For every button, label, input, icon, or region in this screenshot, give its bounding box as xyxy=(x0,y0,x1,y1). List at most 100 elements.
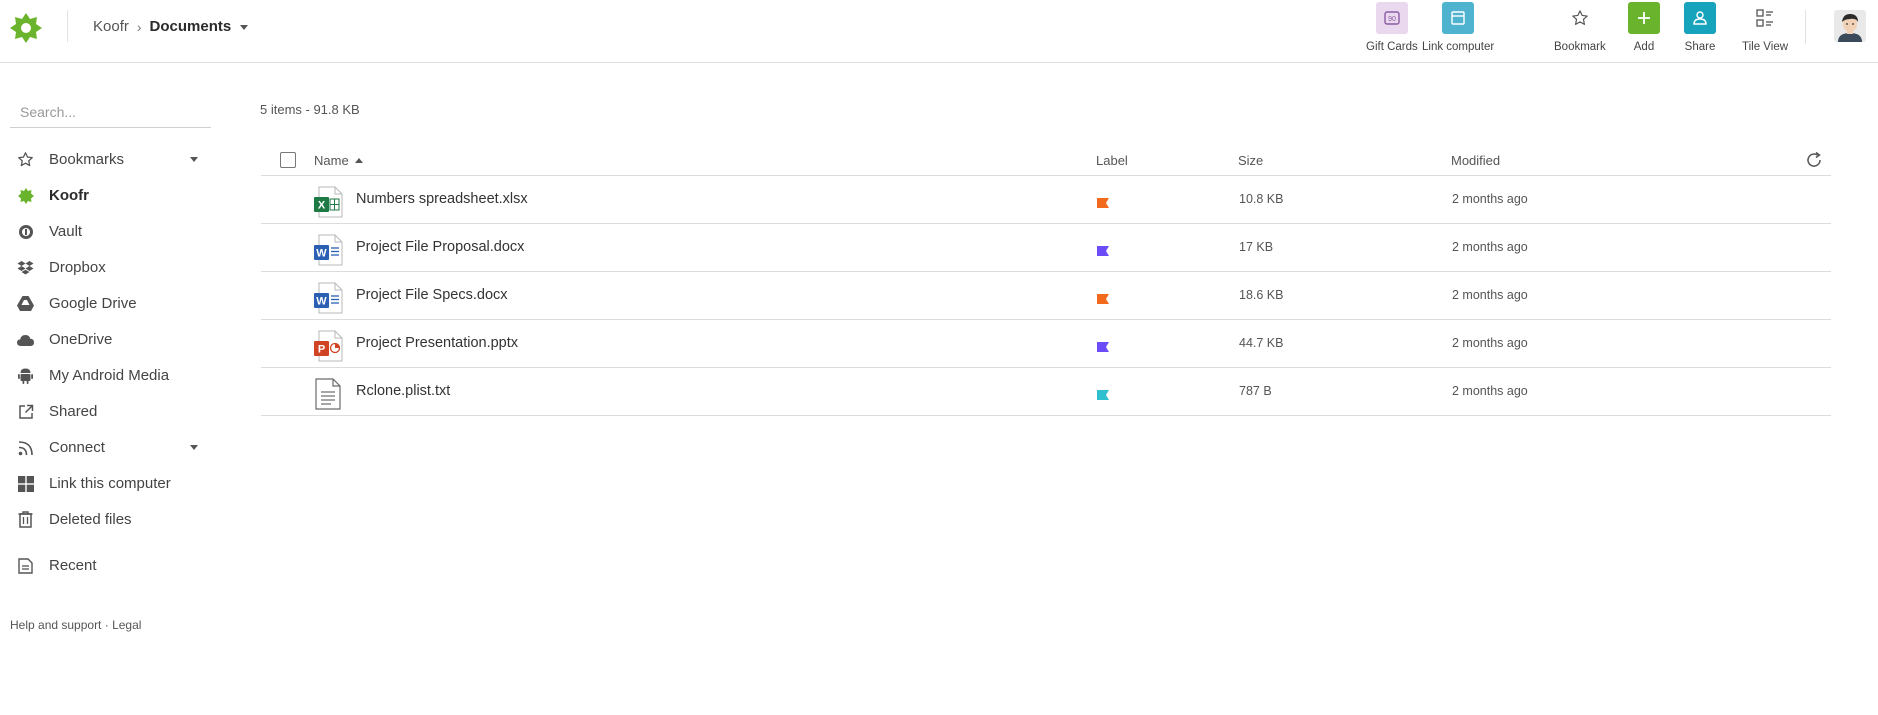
excel-file-icon: X xyxy=(313,186,343,218)
share-label: Share xyxy=(1684,41,1716,53)
cloud-icon xyxy=(17,331,34,348)
file-name[interactable]: Project Presentation.pptx xyxy=(356,335,518,351)
plus-icon xyxy=(1628,2,1660,34)
rss-icon xyxy=(17,439,34,456)
table-row[interactable]: P Project Presentation.pptx 44.7 KB 2 mo… xyxy=(261,320,1831,368)
link-computer-button[interactable]: Link computer xyxy=(1422,2,1494,53)
sidebar-item-label: Google Drive xyxy=(49,294,137,312)
share-user-icon xyxy=(1684,2,1716,34)
sidebar-item-label: Recent xyxy=(49,556,97,574)
koofr-logo[interactable] xyxy=(10,13,42,43)
help-support-link[interactable]: Help and support xyxy=(10,618,101,632)
powerpoint-file-icon: P xyxy=(313,330,343,362)
top-header: Koofr › Documents 90 Gift Cards Link com… xyxy=(0,0,1878,63)
legal-link[interactable]: Legal xyxy=(112,618,141,632)
table-row[interactable]: Rclone.plist.txt 787 B 2 months ago xyxy=(261,368,1831,416)
laptop-icon xyxy=(1442,2,1475,34)
bookmark-button[interactable]: Bookmark xyxy=(1554,2,1606,53)
table-row[interactable]: X Numbers spreadsheet.xlsx 10.8 KB 2 mon… xyxy=(261,176,1831,224)
sidebar-item-label: Deleted files xyxy=(49,510,132,528)
file-name[interactable]: Project File Specs.docx xyxy=(356,287,508,303)
svg-text:X: X xyxy=(318,200,326,212)
breadcrumb-root[interactable]: Koofr xyxy=(93,18,129,35)
file-size: 787 B xyxy=(1239,384,1272,398)
header-divider xyxy=(1805,10,1806,44)
svg-text:W: W xyxy=(316,296,327,308)
column-size-header[interactable]: Size xyxy=(1238,153,1263,168)
column-name-label: Name xyxy=(314,153,349,168)
sidebar-item-label: Connect xyxy=(49,438,105,456)
breadcrumb: Koofr › Documents xyxy=(93,18,249,35)
refresh-icon[interactable] xyxy=(1805,151,1823,169)
sidebar-item-label: Dropbox xyxy=(49,258,106,276)
text-file-icon xyxy=(313,378,343,410)
file-name[interactable]: Numbers spreadsheet.xlsx xyxy=(356,191,528,207)
sidebar-item-bookmarks[interactable]: Bookmarks xyxy=(0,144,210,174)
chevron-down-icon[interactable] xyxy=(190,157,198,162)
label-flag-icon[interactable] xyxy=(1097,387,1109,400)
sidebar-item-connect[interactable]: Connect xyxy=(0,432,210,462)
column-modified-header[interactable]: Modified xyxy=(1451,153,1500,168)
file-modified: 2 months ago xyxy=(1452,384,1528,398)
label-flag-icon[interactable] xyxy=(1097,339,1109,352)
sidebar-item-onedrive[interactable]: OneDrive xyxy=(0,324,210,354)
recent-files-icon xyxy=(17,557,34,574)
android-icon xyxy=(17,367,34,384)
sidebar-item-koofr[interactable]: Koofr xyxy=(0,180,210,210)
add-button[interactable]: Add xyxy=(1628,2,1660,53)
table-row[interactable]: W Project File Proposal.docx 17 KB 2 mon… xyxy=(261,224,1831,272)
word-file-icon: W xyxy=(313,282,343,314)
file-modified: 2 months ago xyxy=(1452,192,1528,206)
star-outline-icon xyxy=(17,151,34,168)
sidebar-item-dropbox[interactable]: Dropbox xyxy=(0,252,210,282)
tile-view-icon xyxy=(1749,2,1781,34)
share-button[interactable]: Share xyxy=(1684,2,1716,53)
sidebar-item-label: OneDrive xyxy=(49,330,113,348)
external-link-icon xyxy=(17,403,34,420)
chevron-down-icon[interactable] xyxy=(240,25,249,30)
file-modified: 2 months ago xyxy=(1452,336,1528,350)
file-size: 17 KB xyxy=(1239,240,1274,254)
gift-card-icon: 90 xyxy=(1375,2,1408,34)
file-modified: 2 months ago xyxy=(1452,240,1528,254)
tile-view-button[interactable]: Tile View xyxy=(1742,2,1788,53)
breadcrumb-separator: › xyxy=(136,18,142,35)
table-header: Name Label Size Modified xyxy=(261,144,1831,176)
sort-ascending-icon xyxy=(354,158,363,163)
breadcrumb-current[interactable]: Documents xyxy=(150,18,232,35)
label-flag-icon[interactable] xyxy=(1097,291,1109,304)
table-row[interactable]: W Project File Specs.docx 18.6 KB 2 mont… xyxy=(261,272,1831,320)
tile-view-label: Tile View xyxy=(1742,41,1789,53)
sidebar-item-my-android-media[interactable]: My Android Media xyxy=(0,360,210,390)
koofr-icon xyxy=(17,187,34,204)
gift-cards-button[interactable]: 90 Gift Cards xyxy=(1366,2,1418,53)
column-label-header[interactable]: Label xyxy=(1096,153,1128,168)
sidebar-item-google-drive[interactable]: Google Drive xyxy=(0,288,210,318)
label-flag-icon[interactable] xyxy=(1097,243,1109,256)
sidebar-item-link-this-computer[interactable]: Link this computer xyxy=(0,468,210,498)
chevron-down-icon[interactable] xyxy=(190,445,198,450)
select-all-checkbox[interactable] xyxy=(280,152,296,168)
sidebar-item-recent[interactable]: Recent xyxy=(0,550,210,580)
sidebar-item-shared[interactable]: Shared xyxy=(0,396,210,426)
sidebar-item-label: Link this computer xyxy=(49,474,171,492)
sidebar-item-label: Shared xyxy=(49,402,98,420)
sidebar-item-label: Koofr xyxy=(49,186,89,204)
file-size: 44.7 KB xyxy=(1239,336,1284,350)
star-icon xyxy=(1564,2,1596,34)
column-name-header[interactable]: Name xyxy=(314,153,363,168)
file-name[interactable]: Rclone.plist.txt xyxy=(356,383,450,399)
footer-separator: · xyxy=(101,618,113,632)
link-computer-label: Link computer xyxy=(1422,41,1495,53)
avatar[interactable] xyxy=(1834,10,1866,42)
search-input[interactable] xyxy=(10,96,211,128)
dropbox-icon xyxy=(17,259,34,276)
file-name[interactable]: Project File Proposal.docx xyxy=(356,239,524,255)
sidebar-item-deleted-files[interactable]: Deleted files xyxy=(0,504,210,534)
label-flag-icon[interactable] xyxy=(1097,195,1109,208)
vault-icon xyxy=(17,223,34,240)
svg-text:P: P xyxy=(318,344,325,356)
file-size: 18.6 KB xyxy=(1239,288,1284,302)
sidebar-item-vault[interactable]: Vault xyxy=(0,216,210,246)
items-summary: 5 items - 91.8 KB xyxy=(260,102,360,117)
